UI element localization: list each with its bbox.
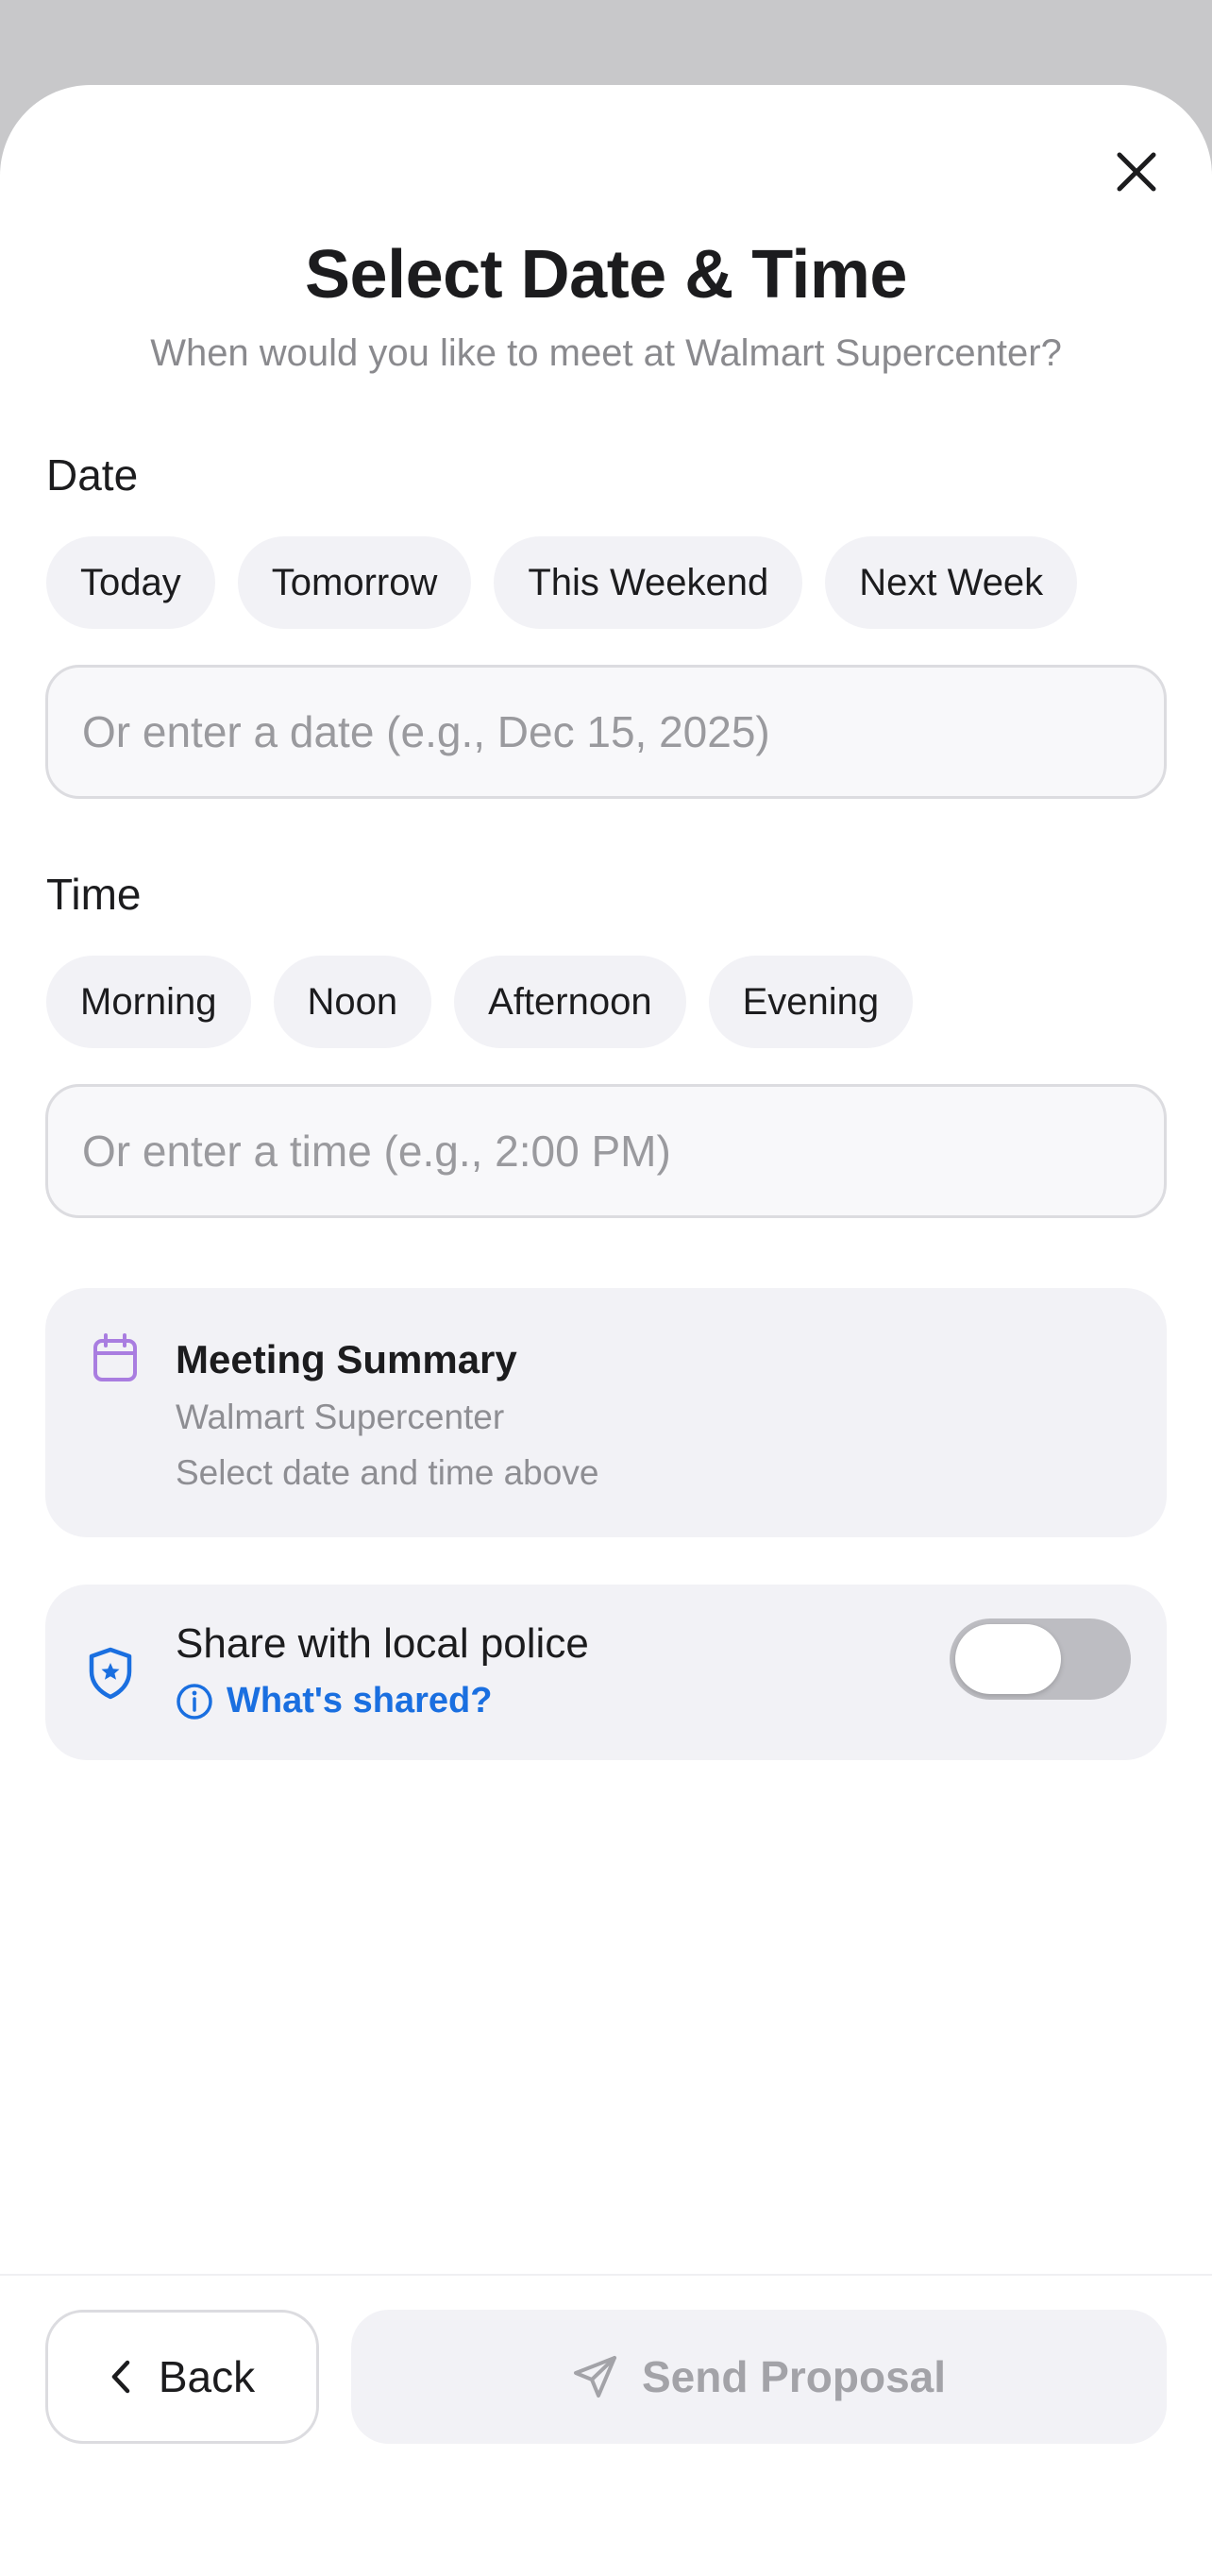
time-chip-row: Morning Noon Afternoon Evening — [46, 956, 914, 1048]
date-time-sheet: Select Date & Time When would you like t… — [0, 85, 1212, 2576]
whats-shared-label: What's shared? — [227, 1681, 493, 1720]
time-section-label: Time — [46, 870, 142, 919]
summary-status: Select date and time above — [176, 1453, 599, 1492]
footer-divider — [0, 2274, 1212, 2276]
send-proposal-label: Send Proposal — [641, 2352, 947, 2401]
close-button[interactable] — [1104, 140, 1169, 204]
time-chip-noon[interactable]: Noon — [273, 956, 432, 1048]
summary-title: Meeting Summary — [176, 1337, 517, 1381]
date-chip-tomorrow[interactable]: Tomorrow — [237, 536, 472, 629]
time-chip-morning[interactable]: Morning — [46, 956, 251, 1048]
date-chip-next-week[interactable]: Next Week — [825, 536, 1078, 629]
whats-shared-link[interactable]: What's shared? — [176, 1681, 492, 1721]
toggle-knob — [955, 1624, 1061, 1694]
meeting-summary-card: Meeting Summary Walmart Supercenter Sele… — [45, 1288, 1167, 1537]
date-input[interactable] — [45, 665, 1167, 799]
date-chip-row: Today Tomorrow This Weekend Next Week — [46, 536, 1078, 629]
police-shield-icon — [89, 1647, 132, 1700]
close-icon — [1117, 152, 1156, 192]
summary-location: Walmart Supercenter — [176, 1398, 505, 1436]
back-button[interactable]: Back — [45, 2310, 319, 2444]
page-subtitle: When would you like to meet at Walmart S… — [150, 332, 1062, 374]
time-input[interactable] — [45, 1084, 1167, 1218]
calendar-icon — [93, 1333, 137, 1381]
date-chip-this-weekend[interactable]: This Weekend — [494, 536, 803, 629]
share-police-card: Share with local police What's shared? — [45, 1585, 1167, 1760]
info-icon — [177, 1683, 212, 1720]
send-proposal-button[interactable]: Send Proposal — [351, 2310, 1167, 2444]
back-button-label: Back — [158, 2352, 256, 2401]
date-section-label: Date — [46, 450, 139, 500]
share-police-toggle[interactable] — [950, 1618, 1131, 1700]
police-share-title: Share with local police — [176, 1620, 589, 1667]
time-chip-evening[interactable]: Evening — [708, 956, 914, 1048]
date-chip-today[interactable]: Today — [46, 536, 215, 629]
page-title: Select Date & Time — [305, 237, 907, 313]
chevron-left-icon — [111, 2360, 130, 2394]
time-chip-afternoon[interactable]: Afternoon — [454, 956, 686, 1048]
send-icon — [573, 2356, 616, 2398]
